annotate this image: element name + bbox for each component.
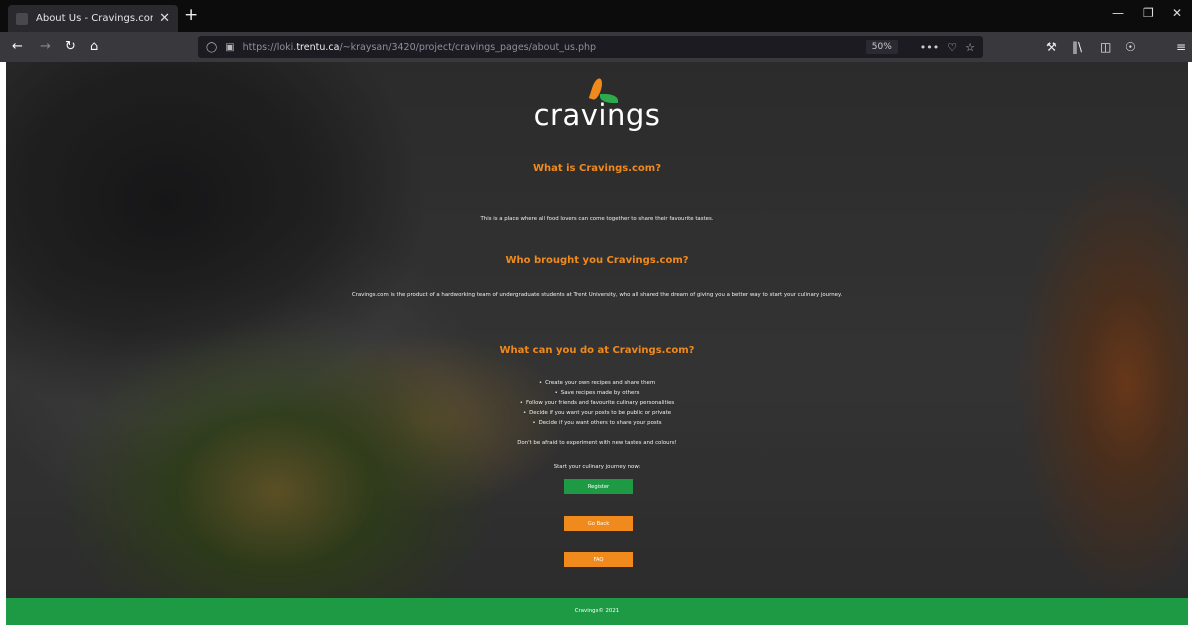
restore-icon[interactable]: ❐: [1143, 6, 1154, 20]
tagline: Don't be afraid to experiment with new t…: [517, 440, 677, 446]
reload-icon[interactable]: ↻: [65, 39, 76, 55]
back-icon[interactable]: ←: [12, 39, 23, 55]
page-viewport: cravings What is Cravings.com? This is a…: [6, 62, 1188, 625]
heading-who-brought: Who brought you Cravings.com?: [505, 255, 689, 266]
list-item: Save recipes made by others: [6, 388, 1188, 398]
favicon-icon: [16, 12, 28, 25]
lock-icon[interactable]: ▣: [225, 42, 234, 53]
text-what-is: This is a place where all food lovers ca…: [480, 216, 714, 222]
cravings-logo[interactable]: cravings: [6, 76, 1188, 132]
heading-what-is: What is Cravings.com?: [532, 163, 662, 174]
tab-title: About Us - Cravings.com: [36, 13, 154, 24]
list-item: Follow your friends and favourite culina…: [6, 398, 1188, 408]
window-close-icon[interactable]: ✕: [1172, 6, 1182, 20]
page-actions-icon[interactable]: •••: [920, 41, 939, 54]
forward-icon[interactable]: →: [40, 39, 51, 55]
browser-tab[interactable]: About Us - Cravings.com ✕: [8, 5, 178, 32]
heading-what-can: What can you do at Cravings.com?: [499, 345, 695, 356]
library-icon[interactable]: ‖\: [1072, 40, 1082, 54]
logo-text: cravings: [533, 98, 661, 132]
new-tab-button[interactable]: +: [184, 5, 198, 25]
minimize-icon[interactable]: —: [1112, 6, 1124, 20]
list-item: Decide if you want others to share your …: [6, 418, 1188, 428]
list-item: Create your own recipes and share them: [6, 378, 1188, 388]
url-bar[interactable]: ◯ ▣ https://loki.trentu.ca/~kraysan/3420…: [198, 36, 983, 58]
bookmark-star-icon[interactable]: ☆: [965, 41, 975, 54]
page-footer: Cravings© 2021: [6, 598, 1188, 625]
cta-text: Start your culinary journey now:: [553, 464, 641, 470]
feature-list: Create your own recipes and share them S…: [6, 378, 1188, 428]
go-back-button[interactable]: Go Back: [564, 516, 633, 531]
menu-icon[interactable]: ≡: [1176, 40, 1186, 54]
about-content: cravings What is Cravings.com? This is a…: [6, 62, 1188, 625]
browser-nav-bar: ← → ↻ ⌂ ◯ ▣ https://loki.trentu.ca/~kray…: [0, 32, 1192, 62]
tab-close-icon[interactable]: ✕: [159, 12, 170, 25]
text-who-brought: Cravings.com is the product of a hardwor…: [351, 292, 843, 298]
sidebar-icon[interactable]: ◫: [1100, 40, 1111, 54]
url-text[interactable]: https://loki.trentu.ca/~kraysan/3420/pro…: [243, 42, 866, 53]
register-button[interactable]: Register: [564, 479, 633, 494]
list-item: Decide if you want your posts to be publ…: [6, 408, 1188, 418]
wrench-icon[interactable]: ⚒: [1046, 40, 1057, 54]
faq-button[interactable]: FAQ: [564, 552, 633, 567]
account-icon[interactable]: ☉: [1125, 40, 1136, 54]
zoom-level[interactable]: 50%: [865, 40, 898, 54]
shield-icon[interactable]: ◯: [206, 42, 217, 53]
home-icon[interactable]: ⌂: [90, 39, 98, 55]
pocket-icon[interactable]: ♡: [947, 41, 957, 54]
browser-tab-bar: About Us - Cravings.com ✕ + — ❐ ✕: [0, 0, 1192, 32]
